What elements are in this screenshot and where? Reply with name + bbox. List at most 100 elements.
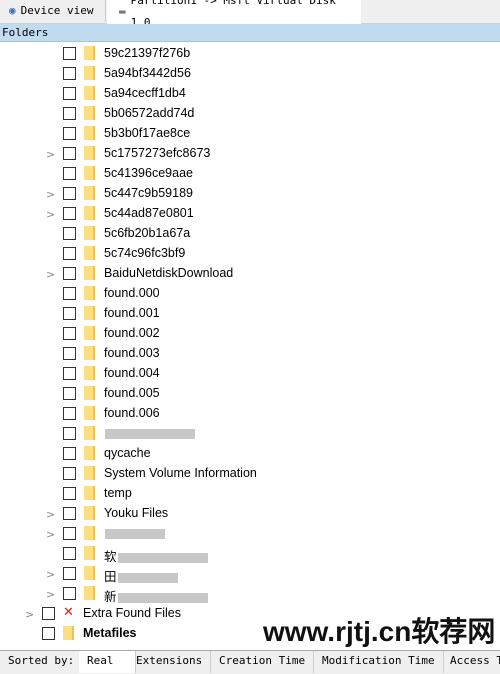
folder-row[interactable]: 5c6fb20b1a67a [0,224,500,244]
folder-row[interactable]: 5b06572add74d [0,104,500,124]
checkbox[interactable] [63,287,76,300]
expand-chevron-icon[interactable]: > [46,208,55,221]
tab-device-view[interactable]: ◉ Device view [0,0,106,22]
folder-icon [84,406,95,420]
checkbox[interactable] [63,487,76,500]
folder-row[interactable]: >5c1757273efc8673 [0,144,500,164]
checkbox[interactable] [63,207,76,220]
folder-row[interactable]: found.003 [0,344,500,364]
folder-row[interactable]: found.001 [0,304,500,324]
checkbox[interactable] [63,107,76,120]
expand-chevron-icon[interactable]: > [46,528,55,541]
checkbox[interactable] [42,627,55,640]
folder-row[interactable]: found.000 [0,284,500,304]
folder-row[interactable]: > BaiduNetdiskDownload [0,264,500,284]
folder-icon [84,206,95,220]
folder-icon [84,566,95,580]
checkbox[interactable] [63,467,76,480]
checkbox[interactable] [42,607,55,620]
folder-row[interactable]: > 田 [0,564,500,584]
checkbox[interactable] [63,547,76,560]
expand-chevron-icon[interactable]: > [46,268,55,281]
folder-row[interactable] [0,424,500,444]
folder-name: found.004 [104,366,160,380]
checkbox[interactable] [63,527,76,540]
redacted-text [105,428,195,439]
redacted-text [117,572,178,583]
sort-creation-time[interactable]: Creation Time [211,651,315,673]
checkbox[interactable] [63,247,76,260]
checkbox[interactable] [63,187,76,200]
checkbox[interactable] [63,167,76,180]
tab-label: Device view [20,4,94,17]
checkbox[interactable] [63,227,76,240]
expand-chevron-icon[interactable]: > [25,608,34,621]
folder-row[interactable]: 软 [0,544,500,564]
tab-bar: ◉ Device view ▬ Partition1 -> Msft Virtual… [0,0,500,29]
checkbox[interactable] [63,427,76,440]
sort-modification-time[interactable]: Modification Time [314,651,444,673]
folder-icon [84,106,95,120]
checkbox[interactable] [63,147,76,160]
folder-row[interactable]: 5b3b0f17ae8ce [0,124,500,144]
checkbox[interactable] [63,567,76,580]
folder-row[interactable]: found.002 [0,324,500,344]
folder-row[interactable]: 5c74c96fc3bf9 [0,244,500,264]
folder-row[interactable]: found.005 [0,384,500,404]
checkbox[interactable] [63,307,76,320]
folder-name: 5b3b0f17ae8ce [104,126,191,140]
sort-bar: Sorted by: Real Extensions Creation Time… [0,650,500,674]
folder-row[interactable]: >5c44ad87e0801 [0,204,500,224]
checkbox[interactable] [63,407,76,420]
sort-access-time[interactable]: Access Ti [442,651,500,673]
checkbox[interactable] [63,267,76,280]
expand-chevron-icon[interactable]: > [46,508,55,521]
folder-name [104,426,195,440]
checkbox[interactable] [63,47,76,60]
checkbox[interactable] [63,127,76,140]
expand-chevron-icon[interactable]: > [46,568,55,581]
folder-row[interactable]: found.004 [0,364,500,384]
folder-name: 软 [104,546,208,565]
folder-row[interactable]: temp [0,484,500,504]
checkbox[interactable] [63,387,76,400]
folder-name: 5c74c96fc3bf9 [104,246,186,260]
checkbox[interactable] [63,347,76,360]
folder-name: Extra Found Files [83,606,181,620]
checkbox[interactable] [63,447,76,460]
expand-chevron-icon[interactable]: > [46,188,55,201]
folder-name: 新 [104,586,208,605]
folder-icon [84,486,95,500]
checkbox[interactable] [63,327,76,340]
folder-icon [63,626,74,640]
folder-row[interactable]: 5c41396ce9aae [0,164,500,184]
folder-row[interactable]: 5a94bf3442d56 [0,64,500,84]
checkbox[interactable] [63,507,76,520]
expand-chevron-icon[interactable]: > [46,588,55,601]
folder-icon [84,346,95,360]
checkbox[interactable] [63,587,76,600]
checkbox[interactable] [63,67,76,80]
tab-partition[interactable]: ▬ Partition1 -> Msft Virtual Disk 1.0 [107,0,361,29]
folder-icon [84,306,95,320]
checkbox[interactable] [63,87,76,100]
folder-row[interactable]: 59c21397f276b [0,44,500,64]
folder-row[interactable]: > [0,524,500,544]
folder-icon [84,226,95,240]
checkbox[interactable] [63,367,76,380]
folder-row[interactable]: >5c447c9b59189 [0,184,500,204]
folder-name: System Volume Information [104,466,257,480]
folder-row[interactable]: > 新 [0,584,500,604]
folder-row[interactable]: found.006 [0,404,500,424]
folder-name: Youku Files [104,506,169,520]
folder-name: 5a94cecff1db4 [104,86,186,100]
folder-row[interactable]: > Youku Files [0,504,500,524]
sort-extensions[interactable]: Extensions [128,651,212,673]
folder-row[interactable]: System Volume Information [0,464,500,484]
folder-icon [84,246,95,260]
folder-row[interactable]: qycache [0,444,500,464]
folders-header: Folders [0,24,500,42]
folder-row[interactable]: 5a94cecff1db4 [0,84,500,104]
expand-chevron-icon[interactable]: > [46,148,55,161]
folder-icon [84,266,95,280]
